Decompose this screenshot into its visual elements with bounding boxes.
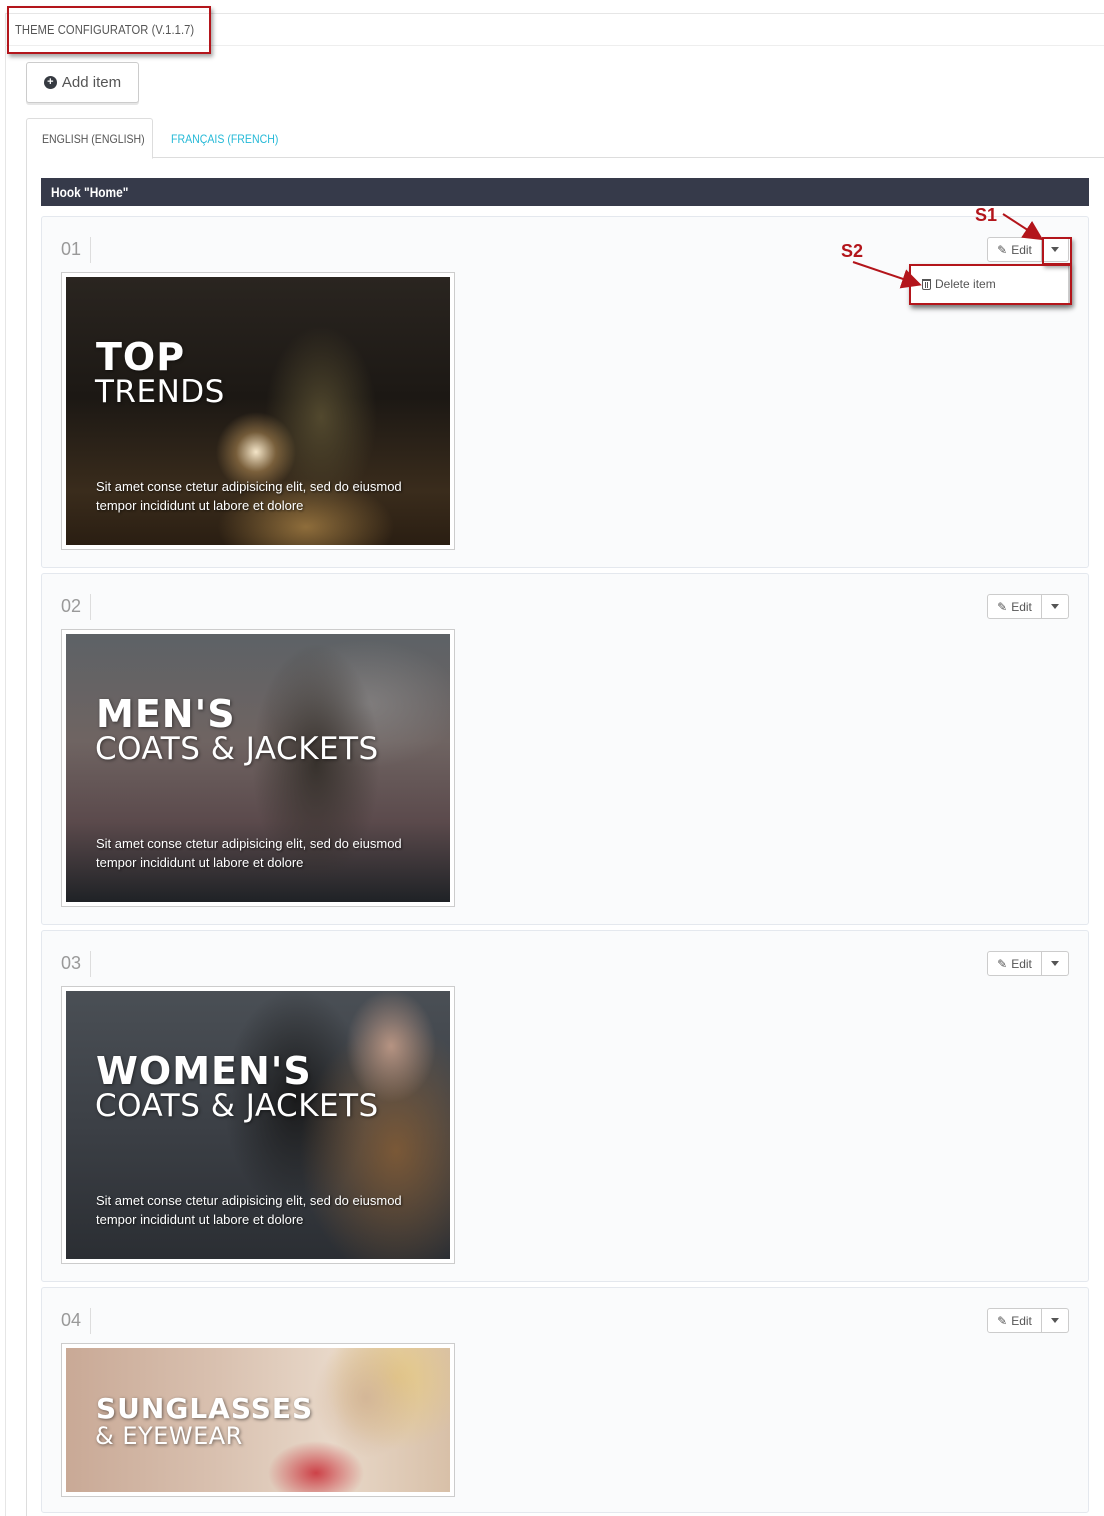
- banner-description: Sit amet conse ctetur adipisicing elit, …: [96, 479, 402, 513]
- slide-item: 04 ✎ Edit SUNGLASSES & EYEWEAR: [41, 1287, 1089, 1513]
- add-item-label: Add item: [61, 74, 122, 91]
- caret-down-icon: [1051, 604, 1059, 609]
- hook-header: Hook "Home": [41, 178, 1089, 206]
- slide-thumbnail: TOP TRENDS Sit amet conse ctetur adipisi…: [61, 272, 455, 550]
- slide-thumbnail: WOMEN'S COATS & JACKETS Sit amet conse c…: [61, 986, 455, 1264]
- banner-heading: MEN'S: [96, 692, 236, 736]
- edit-button[interactable]: ✎ Edit: [987, 951, 1042, 976]
- dropdown-toggle[interactable]: [1042, 951, 1069, 976]
- edit-button[interactable]: ✎ Edit: [987, 237, 1042, 262]
- edit-label: Edit: [1011, 956, 1032, 971]
- s2-label: S2: [841, 241, 864, 261]
- slide-thumbnail: MEN'S COATS & JACKETS Sit amet conse cte…: [61, 629, 455, 907]
- banner-heading: WOMEN'S: [96, 1049, 312, 1093]
- edit-label: Edit: [1011, 1313, 1032, 1328]
- add-item-button[interactable]: + Add item: [26, 62, 139, 103]
- edit-button[interactable]: ✎ Edit: [987, 1308, 1042, 1333]
- banner-description: Sit amet conse ctetur adipisicing elit, …: [96, 836, 402, 870]
- item-actions: ✎ Edit: [987, 1308, 1069, 1333]
- banner-image: SUNGLASSES & EYEWEAR: [66, 1348, 450, 1492]
- tab-english-label: ENGLISH (ENGLISH): [42, 131, 145, 146]
- caret-down-icon: [1051, 1318, 1059, 1323]
- pencil-icon: ✎: [997, 956, 1008, 971]
- item-actions: ✎ Edit: [987, 951, 1069, 976]
- title-highlight-box: [7, 6, 211, 54]
- language-tabs: ENGLISH (ENGLISH) FRANÇAIS (FRENCH): [26, 118, 1104, 159]
- banner-heading: TOP: [96, 335, 186, 379]
- item-actions: ✎ Edit: [987, 594, 1069, 619]
- slide-thumbnail: SUNGLASSES & EYEWEAR: [61, 1343, 455, 1497]
- banner-subheading: COATS & JACKETS: [95, 731, 379, 767]
- banner-heading: SUNGLASSES: [96, 1392, 314, 1425]
- banner-subheading: TRENDS: [95, 374, 225, 410]
- item-number: 03: [61, 951, 92, 977]
- item-number: 01: [61, 237, 92, 263]
- hook-label: Hook "Home": [51, 184, 129, 200]
- plus-circle-icon: +: [43, 76, 57, 89]
- banner-subheading: COATS & JACKETS: [95, 1088, 379, 1124]
- banner-image: MEN'S COATS & JACKETS Sit amet conse cte…: [66, 634, 450, 902]
- dropdown-toggle[interactable]: [1042, 594, 1069, 619]
- item-number: 02: [61, 594, 92, 620]
- tab-english[interactable]: ENGLISH (ENGLISH): [26, 118, 153, 159]
- pencil-icon: ✎: [997, 599, 1008, 614]
- dropdown-toggle[interactable]: [1042, 1308, 1069, 1333]
- banner-image: WOMEN'S COATS & JACKETS Sit amet conse c…: [66, 991, 450, 1259]
- caret-down-icon: [1051, 961, 1059, 966]
- s2-highlight-box: [909, 264, 1072, 305]
- item-number: 04: [61, 1308, 92, 1334]
- edit-button[interactable]: ✎ Edit: [987, 594, 1042, 619]
- tab-french[interactable]: FRANÇAIS (FRENCH): [156, 118, 308, 159]
- s1-label: S1: [975, 205, 998, 225]
- s1-highlight-box: [1042, 237, 1072, 265]
- edit-label: Edit: [1011, 242, 1032, 257]
- pencil-icon: ✎: [997, 1313, 1008, 1328]
- banner-image: TOP TRENDS Sit amet conse ctetur adipisi…: [66, 277, 450, 545]
- pencil-icon: ✎: [997, 242, 1008, 257]
- tab-french-label: FRANÇAIS (FRENCH): [171, 131, 279, 146]
- slide-item: 03 ✎ Edit WOMEN'S COATS & JACKETS Sit ame…: [41, 930, 1089, 1282]
- slide-item: 02 ✎ Edit MEN'S COATS & JACKETS Sit amet …: [41, 573, 1089, 925]
- banner-subheading: & EYEWEAR: [95, 1422, 243, 1450]
- banner-description: Sit amet conse ctetur adipisicing elit, …: [96, 1193, 402, 1227]
- edit-label: Edit: [1011, 599, 1032, 614]
